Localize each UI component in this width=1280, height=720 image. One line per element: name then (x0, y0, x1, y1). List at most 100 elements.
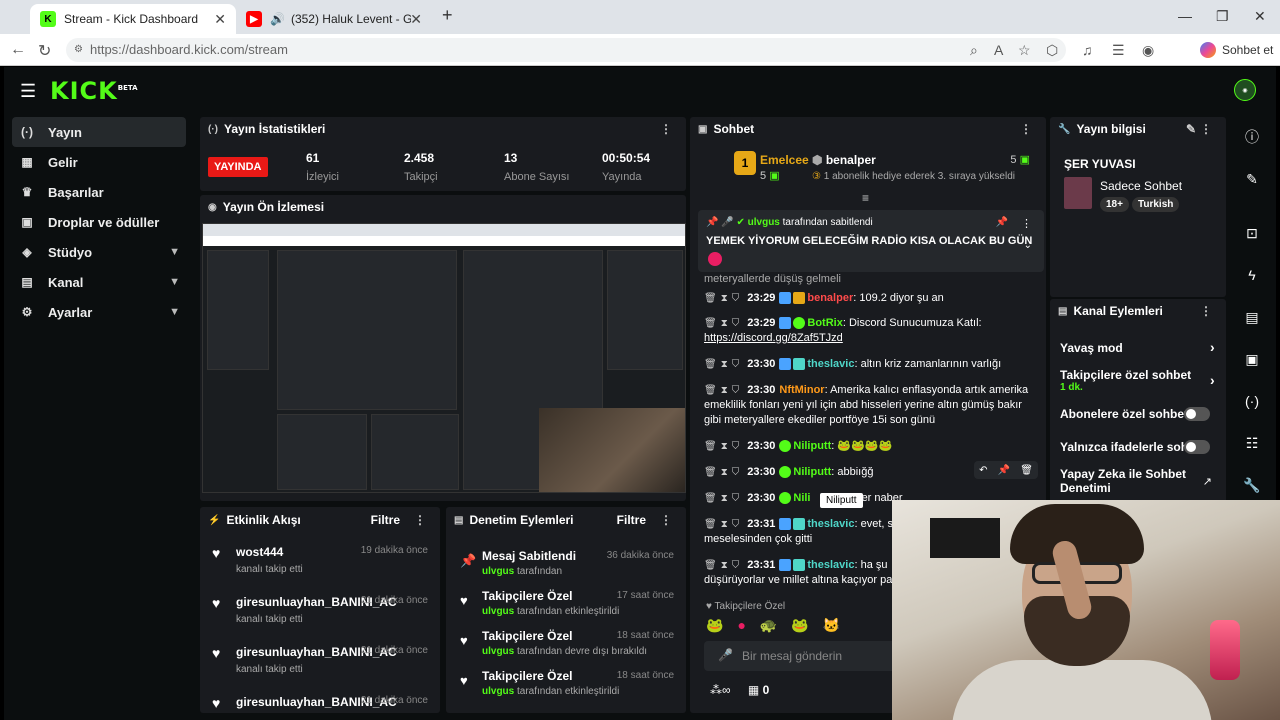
chat-message[interactable]: 🗑 ⧗ ⛉ 23:29 BotRix: Discord Sunucumuza Katıl… (704, 316, 1034, 346)
more-icon[interactable]: ⋮ (1200, 122, 1212, 136)
timeout-icon: ⧗ (720, 560, 728, 571)
maximize-button[interactable]: ❐ (1216, 8, 1229, 25)
chat-message[interactable]: 🗑 ⧗ ⛉ 23:30 NftMinor: Amerika kalıcı enflasy… (704, 383, 1034, 428)
category-name[interactable]: Sadece Sohbet (1100, 179, 1182, 193)
points-icon[interactable]: ▦ (748, 683, 759, 697)
unpin-icon[interactable]: 📌 (996, 217, 1008, 228)
back-icon[interactable]: ← (10, 41, 26, 59)
profile-icon[interactable]: ◉ (1142, 42, 1154, 59)
discord-link[interactable]: https://discord.gg/8Zaf5TJzd (704, 332, 843, 344)
gift-icon: ▣ (1019, 154, 1030, 166)
more-icon[interactable]: ⋮ (660, 122, 672, 136)
followers-only-item[interactable]: Takipçilere özel sohbet 1 dk. › (1060, 368, 1220, 393)
close-window-button[interactable]: ✕ (1254, 8, 1266, 25)
sidebar-item-basarilar[interactable]: ♛ Başarılar (12, 177, 186, 207)
more-icon[interactable]: ⋮ (1020, 122, 1032, 136)
url-input[interactable]: ⚙ https://dashboard.kick.com/stream (66, 38, 1066, 62)
subscribers-only-toggle[interactable] (1184, 407, 1210, 421)
minimize-button[interactable]: — (1178, 8, 1192, 24)
reply-icon[interactable]: ↶ (979, 465, 987, 476)
sub-badge-icon (779, 518, 792, 531)
close-icon[interactable]: ✕ (214, 11, 226, 28)
delete-icon[interactable]: 🗑 (1020, 465, 1033, 476)
menu-icon[interactable]: ☰ (20, 81, 36, 102)
media-icon[interactable]: ♫ (1082, 42, 1093, 58)
trophy-icon: ♛ (21, 185, 33, 199)
copilot-button[interactable]: Sohbet et (1200, 42, 1273, 58)
emote-icon: 🐢 (759, 617, 792, 633)
filter-button[interactable]: Filtre (617, 513, 646, 527)
chat-icon[interactable]: ▣ (1230, 339, 1274, 379)
pin-icon[interactable]: 📌 (998, 465, 1010, 476)
kick-logo[interactable]: KICKBETA (50, 77, 138, 105)
bolt-icon[interactable]: ϟ (1230, 255, 1274, 295)
edit-icon[interactable]: ✎ (1186, 122, 1196, 136)
panel-title: Denetim Eylemleri (469, 513, 574, 527)
reload-icon[interactable]: ↻ (38, 41, 51, 61)
mic-icon: 🎤 (718, 648, 733, 662)
tab-youtube[interactable]: ▶ 🔊 (352) Haluk Levent - Geçti Do ✕ (236, 4, 432, 34)
emote-bar[interactable]: 🐸●🐢🐸🐱 (706, 617, 854, 634)
sidebar-item-ayarlar[interactable]: ⚙ Ayarlar ▼ (12, 297, 186, 327)
site-info-icon[interactable]: ⚙ (74, 38, 83, 62)
stream-stats-panel: (·) Yayın İstatistikleri ⋮ YAYINDA 61 İzley… (200, 117, 686, 191)
delete-icon: 🗑 (704, 519, 717, 530)
gifter-name[interactable]: ⬢ benalper (812, 153, 876, 167)
delete-icon: 🗑 (704, 493, 717, 504)
chat-message[interactable]: 🗑 ⧗ ⛉ 23:29 benalper: 109.2 diyor şu an (704, 291, 1034, 306)
new-tab-button[interactable]: + (442, 5, 453, 26)
address-bar: ← ↻ ⚙ https://dashboard.kick.com/stream … (0, 34, 1280, 66)
category-thumbnail[interactable] (1064, 177, 1092, 209)
more-icon[interactable]: ⋮ (1200, 304, 1212, 318)
chat-message[interactable]: 🗑 ⧗ ⛉ 23:30 Niliputt: 🐸🐸🐸🐸 (704, 439, 1034, 454)
collapse-icon[interactable]: ≡ (862, 191, 869, 205)
youtube-favicon-icon: ▶ (246, 11, 262, 27)
edit-icon[interactable]: ✎ (1230, 159, 1274, 199)
stream-preview-video[interactable] (202, 223, 686, 493)
favorites-bar-icon[interactable]: ☰ (1112, 42, 1125, 59)
infinity-icon[interactable]: ⁂∞ (710, 683, 731, 697)
list-item: ♥ Takipçilere Özel ulvgus tarafından devre… (460, 629, 674, 657)
moderation-panel: ▤ Denetim Eylemleri Filtre ⋮ 📌 Mesaj Sabitle… (446, 507, 686, 713)
sub-badge-icon (779, 358, 792, 371)
sidebar-item-gelir[interactable]: ▦ Gelir (12, 147, 186, 177)
sidebar-item-label: Kanal (48, 274, 84, 290)
sidebar-item-yayin[interactable]: (·) Yayın (12, 117, 186, 147)
leader-count: 5 ▣ (760, 170, 780, 182)
close-icon[interactable]: ✕ (410, 11, 422, 28)
layout-icon[interactable]: ☷ (1230, 423, 1274, 463)
sidebar-item-kanal[interactable]: ▤ Kanal ▼ (12, 267, 186, 297)
sidebar-item-droplar[interactable]: ▣ Droplar ve ödüller (12, 207, 186, 237)
ban-icon: ⛉ (731, 293, 740, 304)
delete-icon: 🗑 (704, 385, 717, 396)
list-item: ♥ giresunluayhan_BANINI_AC kanalı takip et… (212, 645, 428, 675)
chevron-down-icon[interactable]: ⌄ (1024, 240, 1032, 251)
ai-moderation-item[interactable]: Yapay Zeka ile Sohbet Denetimi (1060, 467, 1200, 495)
capture-icon[interactable]: ⊡ (1230, 213, 1274, 253)
favorite-icon[interactable]: ☆ (1018, 42, 1031, 59)
extensions-icon[interactable]: ⬡ (1046, 42, 1058, 59)
pinned-message: 📌 🎤 ✔ ulvgus tarafından sabitlendi YEMEK… (698, 210, 1044, 272)
leader-name[interactable]: Emelcee (760, 153, 809, 167)
more-icon[interactable]: ⋮ (660, 513, 672, 527)
more-icon[interactable]: ⋮ (414, 513, 426, 527)
chat-message[interactable]: 🗑 ⧗ ⛉ 23:30 theslavic: altın kriz zamanların… (704, 357, 1034, 372)
sidebar-item-studyo[interactable]: ◈ Stüdyo ▼ (12, 237, 186, 267)
external-link-icon[interactable]: ↗ (1203, 475, 1212, 488)
slow-mode-item[interactable]: Yavaş mod › (1060, 339, 1220, 355)
broadcast-icon[interactable]: (·) (1230, 381, 1274, 421)
document-icon[interactable]: ▤ (1230, 297, 1274, 337)
zoom-icon[interactable]: ⌕ (970, 42, 978, 59)
filter-button[interactable]: Filtre (371, 513, 400, 527)
tab-title: Stream - Kick Dashboard (64, 12, 199, 26)
avatar[interactable]: ◉ (1234, 79, 1256, 101)
more-icon[interactable]: ⋮ (1021, 217, 1032, 230)
read-aloud-icon[interactable]: A (994, 42, 1003, 58)
list-item: ♥ Takipçilere Özel ulvgus tarafından etkin… (460, 589, 674, 617)
emotes-only-toggle[interactable] (1184, 440, 1210, 454)
info-icon[interactable]: ⓘ (1230, 117, 1274, 157)
tab-kick-dashboard[interactable]: K Stream - Kick Dashboard ✕ (30, 4, 236, 34)
sidebar-item-label: Droplar ve ödüller (48, 214, 160, 230)
speaker-icon[interactable]: 🔊 (270, 12, 285, 26)
wrench-icon[interactable]: 🔧 (1230, 465, 1274, 505)
